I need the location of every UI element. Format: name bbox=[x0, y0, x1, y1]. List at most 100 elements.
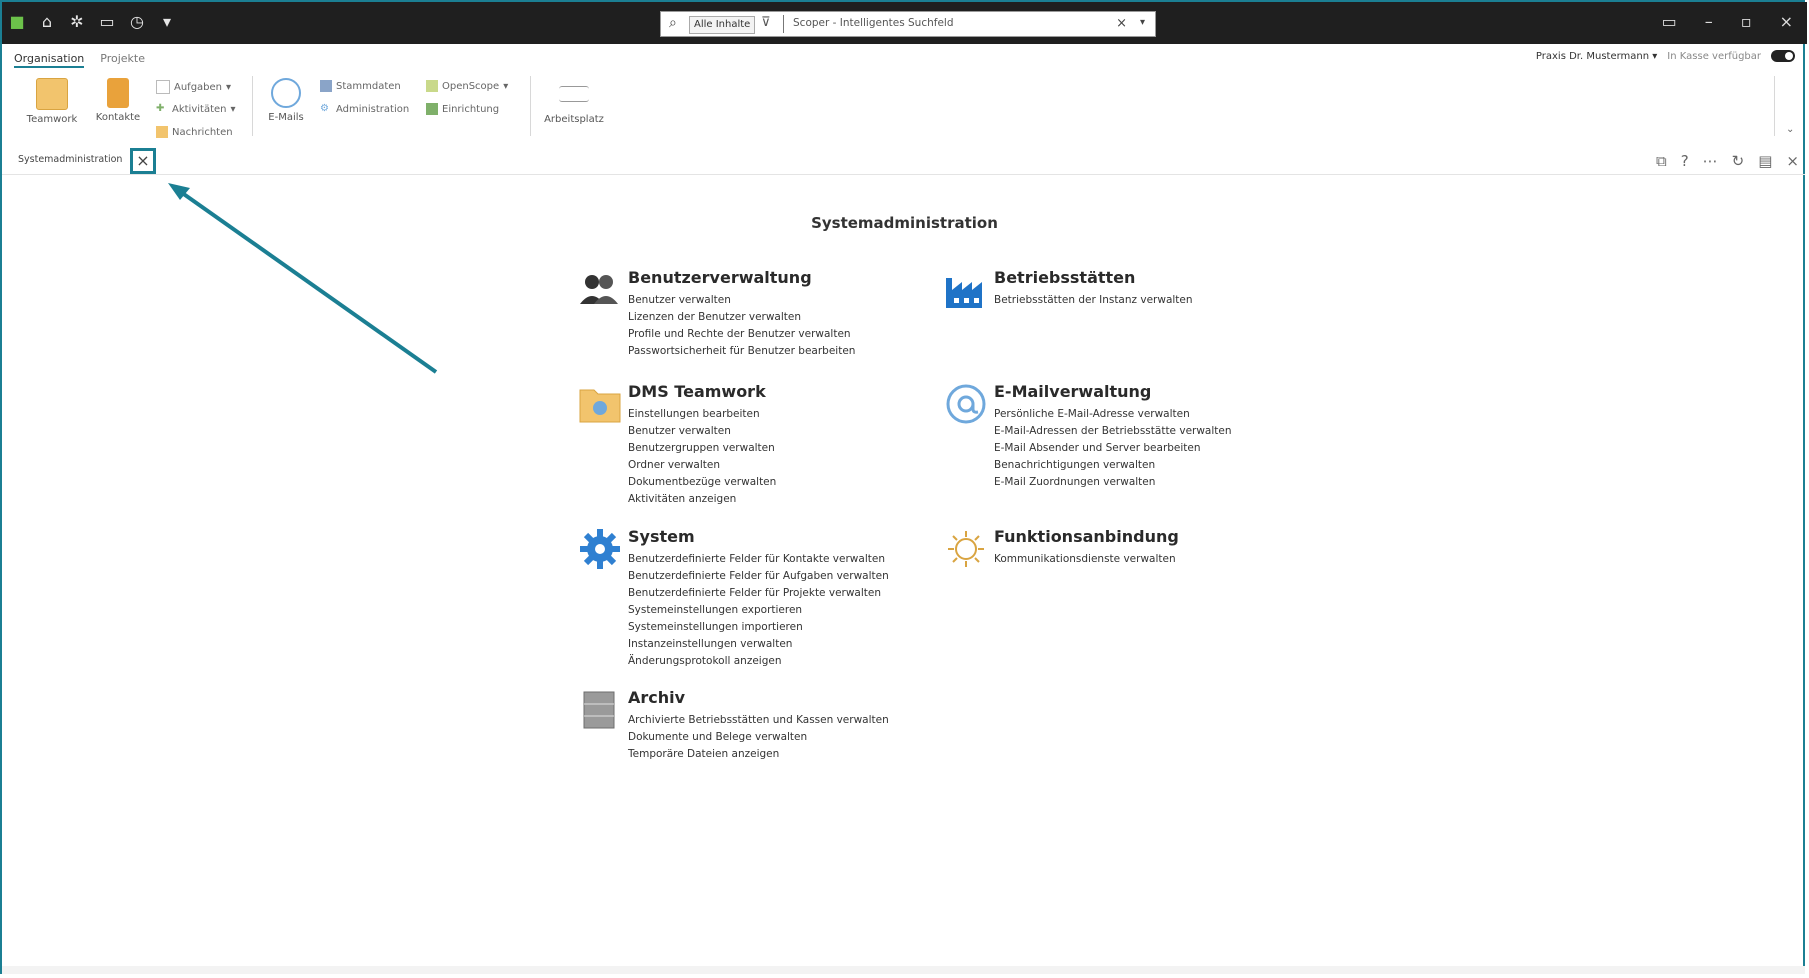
user-name: Praxis Dr. Mustermann bbox=[1535, 50, 1650, 62]
section-title: System bbox=[628, 527, 695, 546]
section-title: Betriebsstätten bbox=[994, 268, 1136, 287]
availability-toggle[interactable] bbox=[1771, 50, 1795, 62]
administration-button[interactable]: ⚙ Administration bbox=[320, 103, 409, 115]
archive-icon bbox=[583, 691, 615, 729]
link-profile-rechte[interactable]: Profile und Rechte der Benutzer verwalte… bbox=[628, 326, 855, 343]
ribbon-separator bbox=[530, 76, 531, 136]
close-icon[interactable]: × bbox=[1786, 152, 1799, 170]
gear-icon bbox=[580, 529, 620, 569]
section-title: Benutzerverwaltung bbox=[628, 268, 812, 287]
link-email-absender-server[interactable]: E-Mail Absender und Server bearbeiten bbox=[994, 440, 1232, 457]
email-button[interactable]: E-Mails bbox=[264, 78, 308, 123]
folder-icon bbox=[36, 78, 68, 110]
arbeitsplatz-button[interactable]: Arbeitsplatz bbox=[542, 78, 606, 125]
aktivitaeten-button[interactable]: ✚ Aktivitäten ▾ bbox=[156, 103, 236, 115]
tab-systemadministration[interactable]: Systemadministration bbox=[18, 154, 122, 165]
email-label: E-Mails bbox=[268, 112, 304, 123]
link-instanzeinstellungen-verwalten[interactable]: Instanzeinstellungen verwalten bbox=[628, 636, 889, 653]
link-systemeinstellungen-importieren[interactable]: Systemeinstellungen importieren bbox=[628, 619, 889, 636]
stammdaten-button[interactable]: Stammdaten bbox=[320, 80, 401, 92]
refresh-icon[interactable]: ↻ bbox=[1732, 152, 1745, 170]
stammdaten-label: Stammdaten bbox=[336, 80, 401, 92]
home-icon[interactable]: ⌂ bbox=[38, 12, 56, 31]
link-betriebsstaetten-verwalten[interactable]: Betriebsstätten der Instanz verwalten bbox=[994, 292, 1193, 309]
tab-organisation[interactable]: Organisation bbox=[14, 52, 85, 68]
link-felder-aufgaben[interactable]: Benutzerdefinierte Felder für Aufgaben v… bbox=[628, 568, 889, 585]
link-benachrichtigungen-verwalten[interactable]: Benachrichtigungen verwalten bbox=[994, 457, 1232, 474]
more-icon[interactable]: ⋯ bbox=[1703, 152, 1718, 170]
nachrichten-button[interactable]: Nachrichten bbox=[156, 126, 233, 138]
link-aktivitaeten-anzeigen[interactable]: Aktivitäten anzeigen bbox=[628, 491, 776, 508]
administration-label: Administration bbox=[336, 103, 410, 115]
link-ordner-verwalten[interactable]: Ordner verwalten bbox=[628, 457, 776, 474]
collapse-ribbon-icon[interactable]: ⌄ bbox=[1786, 124, 1794, 135]
settings-icon[interactable]: ✲ bbox=[68, 12, 86, 31]
filter-icon[interactable]: ⊽ bbox=[761, 15, 771, 30]
einrichtung-label: Einrichtung bbox=[442, 103, 500, 115]
link-dokumente-belege[interactable]: Dokumente und Belege verwalten bbox=[628, 729, 889, 746]
link-aenderungsprotokoll-anzeigen[interactable]: Änderungsprotokoll anzeigen bbox=[628, 653, 889, 670]
link-passwortsicherheit[interactable]: Passwortsicherheit für Benutzer bearbeit… bbox=[628, 343, 855, 360]
link-archivierte-betriebsstaetten[interactable]: Archivierte Betriebsstätten und Kassen v… bbox=[628, 712, 889, 729]
app-icon: ■ bbox=[9, 12, 25, 31]
contacts-icon bbox=[107, 78, 129, 108]
minimize-icon[interactable]: – bbox=[1705, 12, 1713, 31]
link-einstellungen-bearbeiten[interactable]: Einstellungen bearbeiten bbox=[628, 406, 776, 423]
layout-icon[interactable]: ▭ bbox=[1662, 12, 1677, 31]
link-dokumentbezuege-verwalten[interactable]: Dokumentbezüge verwalten bbox=[628, 474, 776, 491]
clear-search-icon[interactable]: × bbox=[1116, 16, 1127, 31]
aufgaben-label: Aufgaben bbox=[174, 81, 223, 93]
search-dropdown-icon[interactable]: ▾ bbox=[1140, 17, 1145, 28]
nachrichten-label: Nachrichten bbox=[172, 126, 233, 138]
maximize-icon[interactable]: ▫ bbox=[1741, 12, 1752, 31]
link-persoenliche-email[interactable]: Persönliche E-Mail-Adresse verwalten bbox=[994, 406, 1232, 423]
setup-icon bbox=[426, 103, 438, 115]
link-kommunikationsdienste[interactable]: Kommunikationsdienste verwalten bbox=[994, 551, 1176, 568]
plugin-icon bbox=[948, 531, 984, 567]
link-felder-kontakte[interactable]: Benutzerdefinierte Felder für Kontakte v… bbox=[628, 551, 889, 568]
link-benutzergruppen-verwalten[interactable]: Benutzergruppen verwalten bbox=[628, 440, 776, 457]
tasks-icon bbox=[156, 80, 170, 94]
link-email-adressen-betriebsstaette[interactable]: E-Mail-Adressen der Betriebsstätte verwa… bbox=[994, 423, 1232, 440]
title-bar: ■ ⌂ ✲ ▭ ◷ ▾ ⌕ Alle Inhalte ⊽ Scoper - In… bbox=[2, 2, 1807, 44]
factory-icon bbox=[946, 278, 982, 308]
kontakte-label: Kontakte bbox=[95, 112, 141, 123]
clock-icon[interactable]: ◷ bbox=[128, 12, 146, 31]
chat-icon[interactable]: ▭ bbox=[98, 12, 116, 31]
close-tab-button[interactable]: × bbox=[130, 148, 156, 174]
openscope-button[interactable]: OpenScope ▾ bbox=[426, 80, 508, 92]
administration-icon: ⚙ bbox=[320, 103, 329, 114]
copy-icon[interactable]: ⧉ bbox=[1656, 152, 1667, 170]
link-benutzer-verwalten[interactable]: Benutzer verwalten bbox=[628, 423, 776, 440]
kontakte-button[interactable]: Kontakte bbox=[92, 78, 144, 123]
activities-icon: ✚ bbox=[156, 103, 165, 114]
customize-dropdown-icon[interactable]: ▾ bbox=[158, 12, 176, 31]
master-data-icon bbox=[320, 80, 332, 92]
section-title: E-Mailverwaltung bbox=[994, 382, 1152, 401]
openscope-label: OpenScope bbox=[442, 80, 500, 92]
page-title: Systemadministration bbox=[811, 214, 998, 232]
link-benutzer-verwalten[interactable]: Benutzer verwalten bbox=[628, 292, 855, 309]
link-systemeinstellungen-exportieren[interactable]: Systemeinstellungen exportieren bbox=[628, 602, 889, 619]
tab-actions: ⧉ ? ⋯ ↻ ▤ × bbox=[1656, 152, 1799, 170]
help-icon[interactable]: ? bbox=[1681, 152, 1689, 170]
section-title: DMS Teamwork bbox=[628, 382, 766, 401]
section-title: Archiv bbox=[628, 688, 686, 707]
link-temporaere-dateien[interactable]: Temporäre Dateien anzeigen bbox=[628, 746, 889, 763]
ribbon-separator bbox=[1774, 76, 1775, 136]
folder-icon bbox=[579, 389, 621, 423]
teamwork-button[interactable]: Teamwork bbox=[26, 78, 78, 125]
aufgaben-button[interactable]: Aufgaben ▾ bbox=[156, 80, 231, 94]
user-selector[interactable]: Praxis Dr. Mustermann ▾ bbox=[1536, 51, 1657, 62]
link-felder-projekte[interactable]: Benutzerdefinierte Felder für Projekte v… bbox=[628, 585, 889, 602]
einrichtung-button[interactable]: Einrichtung bbox=[426, 103, 499, 115]
search-field[interactable]: ⌕ Alle Inhalte ⊽ Scoper - Intelligentes … bbox=[660, 11, 1156, 37]
search-placeholder[interactable]: Scoper - Intelligentes Suchfeld bbox=[793, 17, 954, 29]
ribbon-tabs: Organisation Projekte bbox=[14, 52, 145, 68]
close-window-icon[interactable]: × bbox=[1780, 12, 1793, 31]
save-icon[interactable]: ▤ bbox=[1758, 152, 1772, 170]
link-email-zuordnungen[interactable]: E-Mail Zuordnungen verwalten bbox=[994, 474, 1232, 491]
tab-projekte[interactable]: Projekte bbox=[100, 52, 145, 68]
search-scope-selector[interactable]: Alle Inhalte bbox=[689, 16, 756, 34]
link-lizenzen-verwalten[interactable]: Lizenzen der Benutzer verwalten bbox=[628, 309, 855, 326]
